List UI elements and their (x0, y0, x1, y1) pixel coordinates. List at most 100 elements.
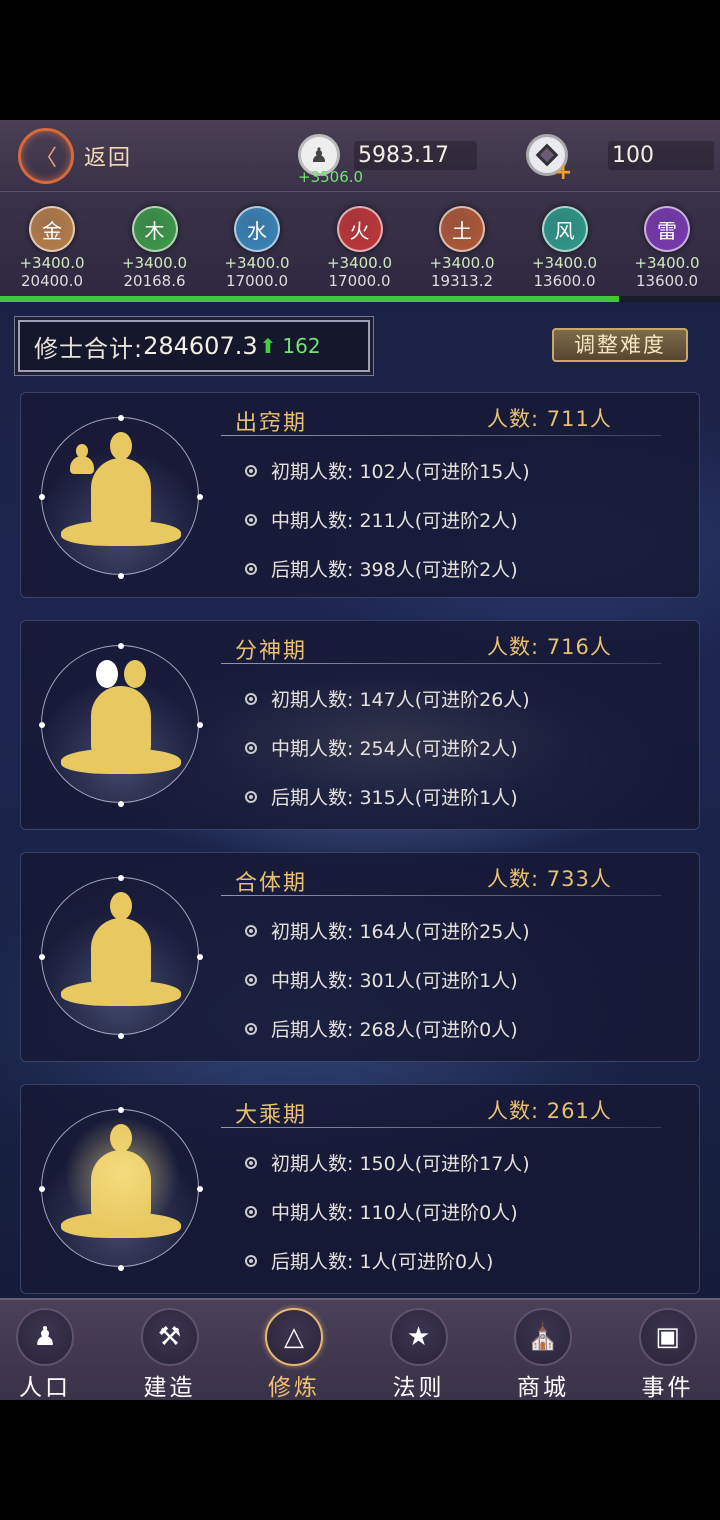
nav-label: 建造 (143, 1375, 196, 1400)
stage-row: 中期人数: 254人(可进阶2人) (245, 734, 518, 761)
stage-row-text: 中期人数: 254人(可进阶2人) (271, 738, 518, 760)
total-label: 修士合计: (34, 334, 144, 363)
bullet-icon (245, 1254, 257, 1267)
nav-shop[interactable]: ⛪ 商城 (488, 1308, 598, 1400)
stage-row: 初期人数: 150人(可进阶17人) (245, 1149, 530, 1176)
stage-count: 人数: 733人 (487, 867, 612, 891)
bullet-icon (245, 1022, 257, 1035)
stage-card[interactable]: 出窍期 人数: 711人初期人数: 102人(可进阶15人) 中期人数: 211人(… (20, 392, 700, 598)
bullet-icon (245, 1205, 257, 1218)
element-delta: +3400.0 (634, 254, 700, 272)
stage-row-text: 后期人数: 315人(可进阶1人) (271, 787, 518, 809)
element-total: 20168.6 (123, 272, 186, 290)
nav-label: 事件 (641, 1375, 694, 1400)
stage-row: 初期人数: 102人(可进阶15人) (245, 457, 530, 484)
meditation-figure-icon (39, 875, 203, 1039)
stage-row: 初期人数: 147人(可进阶26人) (245, 685, 530, 712)
nav-meditate[interactable]: △ 修炼 (239, 1308, 349, 1400)
meditation-figure-icon (39, 643, 203, 807)
element-total: 13600.0 (533, 272, 596, 290)
cultivator-total: 修士合计: 284607.3 ⬆ 162 (18, 320, 370, 372)
nav-label: 人口 (19, 1375, 71, 1400)
element-0: 金 +3400.0 20400.0 (2, 206, 102, 290)
stage-row-text: 中期人数: 211人(可进阶2人) (271, 510, 518, 532)
stage-count: 人数: 261人 (487, 1099, 612, 1123)
element-1: 木 +3400.0 20168.6 (105, 206, 205, 290)
nav-label: 商城 (517, 1375, 569, 1400)
nav-event-book[interactable]: ▣ 事件 (613, 1308, 720, 1400)
stage-row: 中期人数: 301人(可进阶1人) (245, 966, 518, 993)
stage-row: 中期人数: 211人(可进阶2人) (245, 506, 518, 533)
bullet-icon (245, 1156, 257, 1169)
bullet-icon (245, 741, 257, 754)
stage-row-text: 初期人数: 164人(可进阶25人) (271, 921, 530, 943)
meditation-figure-icon (39, 1107, 203, 1271)
bullet-icon (245, 513, 257, 526)
meditation-figure-icon (39, 415, 203, 579)
element-total: 13600.0 (635, 272, 699, 290)
stage-row: 初期人数: 164人(可进阶25人) (245, 917, 530, 944)
stage-row-text: 初期人数: 150人(可进阶17人) (271, 1153, 530, 1175)
stage-row: 后期人数: 1人(可进阶0人) (245, 1247, 493, 1274)
total-increase: 162 (282, 334, 321, 358)
meditate-icon: △ (265, 1308, 323, 1366)
bottom-nav: ♟ 人口 ⚒ 建造 △ 修炼 ★ 法则 ⛪ 商城 ▣ 事件 (0, 1298, 720, 1400)
stage-count: 人数: 716人 (487, 635, 612, 659)
rules-icon: ★ (389, 1308, 448, 1366)
element-orb-icon: 雷 (644, 206, 690, 252)
bullet-icon (245, 790, 257, 803)
stage-card[interactable]: 大乘期 人数: 261人初期人数: 150人(可进阶17人) 中期人数: 110人(… (20, 1084, 700, 1294)
stage-row: 后期人数: 315人(可进阶1人) (245, 783, 518, 810)
bullet-icon (245, 562, 257, 575)
population-delta: +3506.0 (298, 168, 364, 186)
element-delta: +3400.0 (224, 254, 290, 272)
element-orb-icon: 风 (541, 206, 588, 252)
stage-title: 大乘期 (235, 1103, 308, 1128)
element-orb-icon: 木 (131, 206, 178, 252)
stage-row: 后期人数: 398人(可进阶2人) (245, 555, 518, 582)
element-total: 17000.0 (225, 272, 289, 290)
total-value: 284607.3 (143, 332, 258, 360)
back-button[interactable]: 〈 返回 (18, 128, 132, 184)
add-gem-icon[interactable]: + (554, 160, 572, 185)
stage-card[interactable]: 分神期 人数: 716人 初期人数: 147人(可进阶26人) 中期人数: 254人(… (20, 620, 700, 830)
element-delta: +3400.0 (326, 254, 393, 272)
element-orb-icon: 火 (336, 206, 383, 252)
nav-rules[interactable]: ★ 法则 (364, 1308, 474, 1400)
tools-icon: ⚒ (140, 1308, 199, 1366)
element-6: 雷 +3400.0 13600.0 (617, 206, 717, 290)
back-label: 返回 (84, 146, 133, 171)
stage-row-text: 中期人数: 301人(可进阶1人) (271, 970, 518, 992)
nav-tools[interactable]: ⚒ 建造 (115, 1308, 225, 1400)
element-delta: +3400.0 (531, 254, 598, 272)
element-total: 19313.2 (430, 272, 494, 290)
stage-row-text: 后期人数: 1人(可进阶0人) (271, 1251, 494, 1273)
stage-row: 中期人数: 110人(可进阶0人) (245, 1198, 518, 1225)
nav-people[interactable]: ♟ 人口 (0, 1308, 100, 1400)
divider (221, 435, 661, 436)
element-2: 水 +3400.0 17000.0 (207, 206, 307, 290)
people-icon: ♟ (16, 1308, 74, 1366)
element-orb-icon: 土 (439, 206, 485, 252)
event-book-icon: ▣ (638, 1308, 697, 1366)
stage-count: 人数: 711人 (487, 407, 612, 431)
divider (221, 663, 661, 664)
top-bar: 〈 返回 ♟ 5983.17 +3506.0 + 100 (0, 120, 720, 192)
element-5: 风 +3400.0 13600.0 (515, 206, 615, 290)
element-delta: +3400.0 (429, 254, 495, 272)
stage-title: 出窍期 (235, 411, 308, 436)
element-4: 土 +3400.0 19313.2 (412, 206, 512, 290)
nav-label: 修炼 (268, 1375, 320, 1400)
up-arrow-icon: ⬆ (259, 334, 277, 358)
gem-resource[interactable]: + 100 (526, 134, 714, 185)
bullet-icon (245, 464, 257, 477)
adjust-difficulty-button[interactable]: 调整难度 (552, 328, 688, 362)
divider (221, 895, 661, 896)
element-total: 20400.0 (20, 272, 84, 290)
element-delta: +3400.0 (121, 254, 188, 272)
bullet-icon (245, 692, 257, 705)
gem-value: 100 (608, 140, 714, 170)
element-orb-icon: 水 (234, 206, 280, 252)
game-screen: 〈 返回 ♟ 5983.17 +3506.0 + 100 金 +3400.0 204… (0, 120, 720, 1400)
stage-card[interactable]: 合体期 人数: 733人 初期人数: 164人(可进阶25人) 中期人数: 301人(… (20, 852, 700, 1062)
